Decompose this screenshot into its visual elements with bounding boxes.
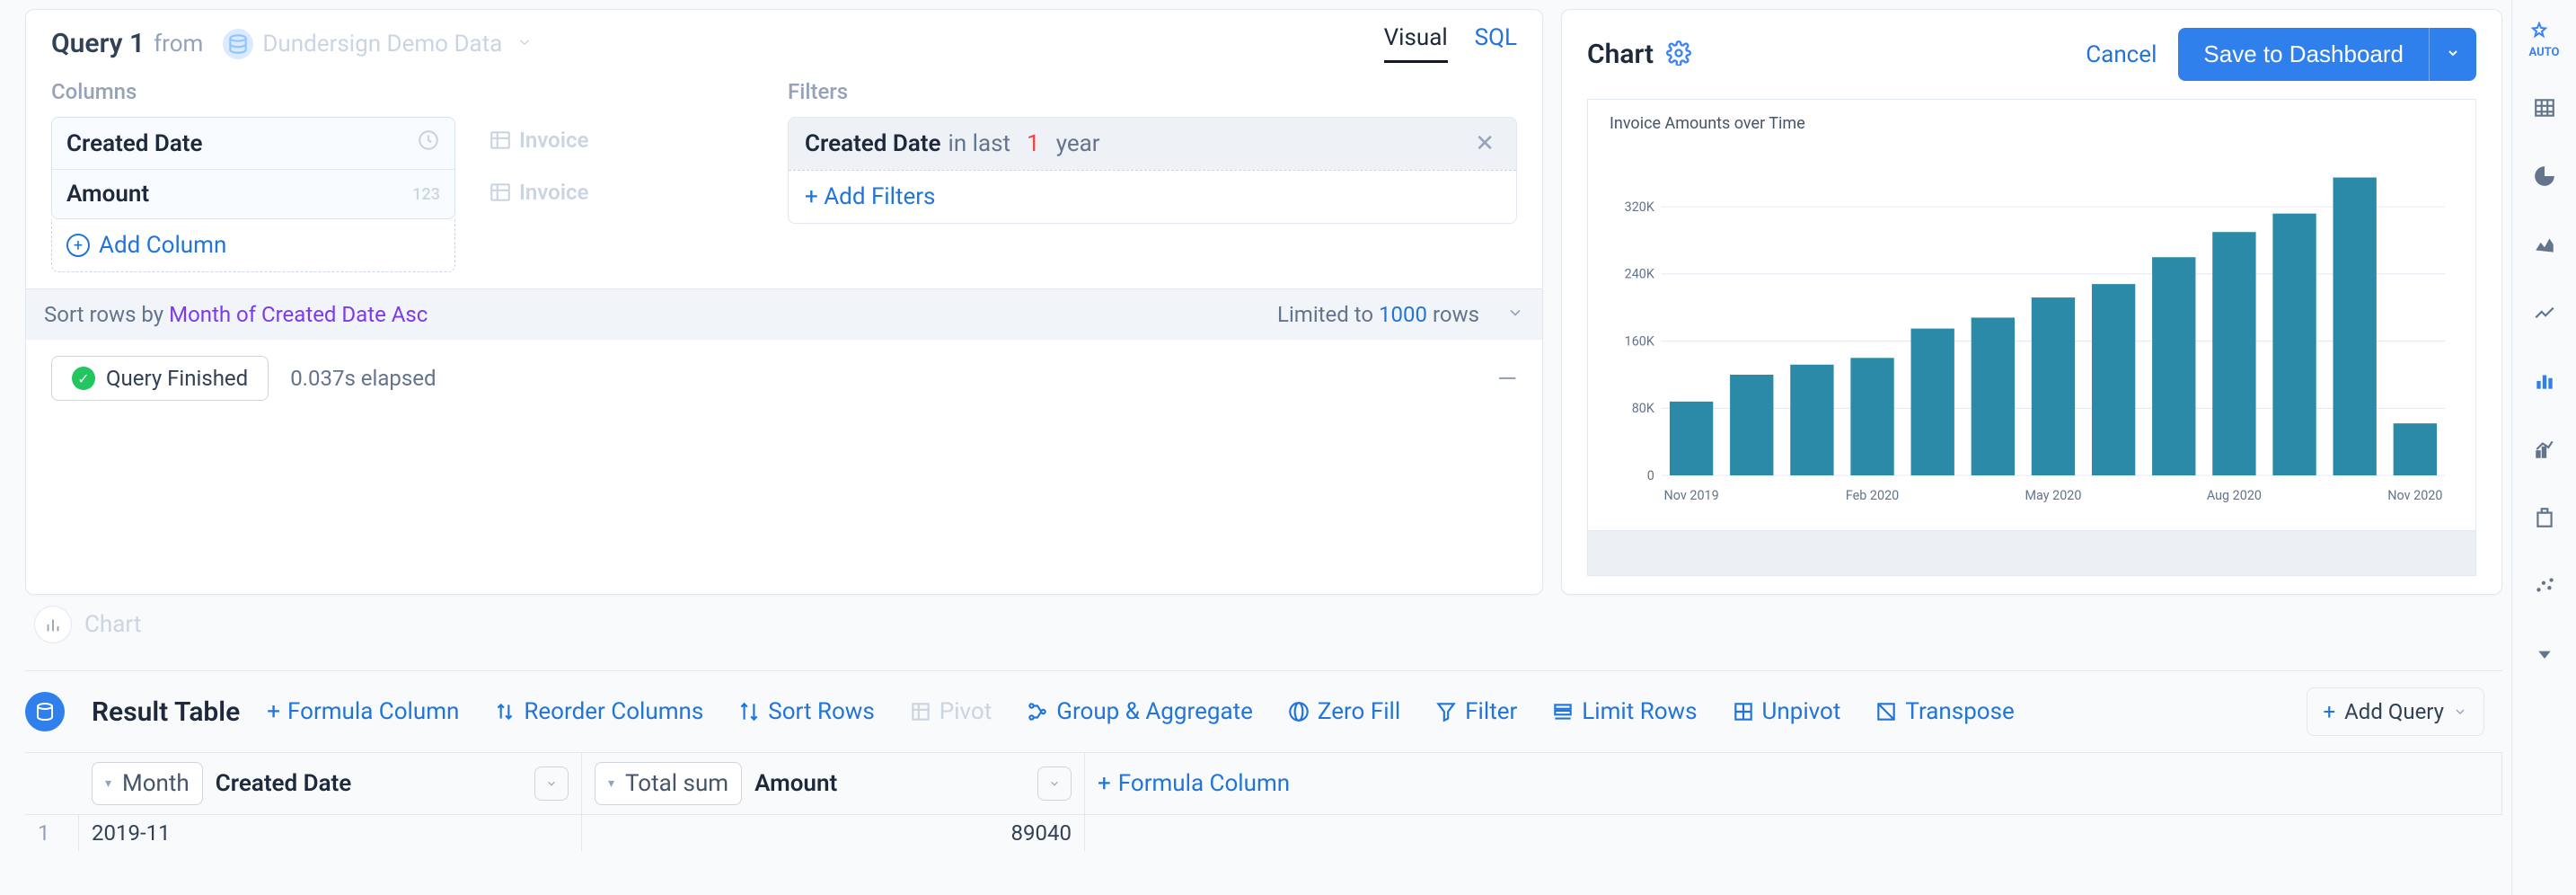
add-column-button[interactable]: + Add Column bbox=[51, 219, 455, 272]
svg-text:Nov 2019: Nov 2019 bbox=[1664, 488, 1719, 503]
column-item[interactable]: Created Date Invoice bbox=[52, 118, 454, 170]
datasource-name: Dundersign Demo Data bbox=[262, 31, 502, 58]
elapsed-text: 0.037s elapsed bbox=[290, 366, 436, 391]
gauge-icon[interactable] bbox=[2523, 496, 2566, 539]
sort-value[interactable]: Month of Created Date Asc bbox=[169, 302, 428, 327]
column-menu-button[interactable] bbox=[1037, 767, 1072, 801]
add-formula-column-button[interactable]: +Formula Column bbox=[1085, 753, 2502, 814]
svg-text:Aug 2020: Aug 2020 bbox=[2207, 488, 2262, 503]
combo-chart-icon[interactable] bbox=[2523, 428, 2566, 471]
zero-fill-button[interactable]: Zero Fill bbox=[1287, 698, 1400, 725]
limit-control[interactable]: Limited to 1000 rows bbox=[1277, 302, 1524, 327]
chevron-down-icon: ▾ bbox=[105, 776, 111, 791]
filter-op: in last bbox=[948, 130, 1011, 157]
table-row[interactable]: 1 2019-11 89040 bbox=[25, 815, 2502, 851]
filters-heading: Filters bbox=[788, 79, 1517, 104]
plus-circle-icon: + bbox=[66, 234, 90, 257]
cell: 89040 bbox=[582, 815, 1085, 851]
svg-text:320K: 320K bbox=[1625, 199, 1655, 215]
svg-text:May 2020: May 2020 bbox=[2025, 488, 2082, 503]
cell: 2019-11 bbox=[79, 815, 582, 851]
tab-visual[interactable]: Visual bbox=[1384, 24, 1448, 63]
result-icon bbox=[25, 692, 65, 731]
table-column-header: ▾ Total sum Amount bbox=[582, 753, 1085, 814]
add-filters-button[interactable]: + Add Filters bbox=[789, 170, 1516, 223]
chart-chip[interactable]: Chart bbox=[34, 606, 2502, 643]
column-name: Amount bbox=[66, 181, 149, 208]
table-icon[interactable] bbox=[2523, 86, 2566, 129]
add-query-button[interactable]: + Add Query bbox=[2307, 687, 2484, 736]
scatter-chart-icon[interactable] bbox=[2523, 564, 2566, 607]
sort-row[interactable]: Sort rows by Month of Created Date Asc L… bbox=[26, 288, 1542, 340]
unpivot-button[interactable]: Unpivot bbox=[1732, 698, 1841, 725]
result-title: Result Table bbox=[92, 696, 240, 728]
svg-text:Feb 2020: Feb 2020 bbox=[1846, 488, 1899, 503]
aggregation-select[interactable]: ▾ Month bbox=[92, 762, 203, 805]
transpose-button[interactable]: Transpose bbox=[1875, 698, 2014, 725]
tab-sql[interactable]: SQL bbox=[1475, 24, 1517, 63]
chevron-down-icon bbox=[516, 34, 533, 54]
save-dropdown-button[interactable] bbox=[2429, 28, 2476, 81]
chevron-down-icon bbox=[1506, 302, 1524, 327]
from-label: from bbox=[154, 31, 203, 58]
query-title[interactable]: Query 1 bbox=[51, 28, 145, 59]
row-index: 1 bbox=[25, 815, 79, 851]
bar-chart[interactable]: 0 80K 160K 240K 320K Nov 2019 Feb 2020 May 2020… bbox=[1610, 140, 2454, 518]
aggregation-select[interactable]: ▾ Total sum bbox=[595, 762, 742, 805]
line-chart-icon[interactable] bbox=[2523, 291, 2566, 334]
limit-rows-button[interactable]: Limit Rows bbox=[1551, 698, 1697, 725]
save-to-dashboard-button[interactable]: Save to Dashboard bbox=[2178, 28, 2429, 81]
result-toolbar: Result Table +Formula Column Reorder Col… bbox=[25, 670, 2502, 745]
sort-rows-button[interactable]: Sort Rows bbox=[737, 698, 874, 725]
query-panel: Query 1 from Dundersign Demo Data Visual bbox=[25, 9, 1543, 595]
column-name: Created Date bbox=[216, 770, 522, 797]
remove-filter-icon[interactable]: ✕ bbox=[1469, 130, 1500, 157]
filter-field: Created Date bbox=[805, 130, 941, 157]
filter-row[interactable]: Created Date in last 1 year ✕ bbox=[789, 118, 1516, 170]
column-name: Amount bbox=[754, 770, 1025, 797]
check-circle-icon: ✓ bbox=[72, 367, 95, 390]
pie-chart-icon[interactable] bbox=[2523, 155, 2566, 198]
area-chart-icon[interactable] bbox=[2523, 223, 2566, 266]
chart-area[interactable]: Invoice Amounts over Time 0 80K 160K 240K 32… bbox=[1587, 99, 2476, 576]
reorder-columns-button[interactable]: Reorder Columns bbox=[493, 698, 703, 725]
bar-chart-icon[interactable] bbox=[2523, 359, 2566, 403]
pivot-button: Pivot bbox=[909, 698, 992, 725]
rail-auto-button[interactable]: AUTO bbox=[2523, 18, 2566, 61]
right-rail: AUTO bbox=[2511, 0, 2576, 895]
plus-icon: + bbox=[2324, 699, 2336, 724]
clock-icon bbox=[417, 128, 440, 158]
table-header: ▾ Month Created Date ▾ Total sum Amount bbox=[25, 752, 2502, 815]
cancel-button[interactable]: Cancel bbox=[2086, 41, 2157, 68]
svg-text:80K: 80K bbox=[1632, 401, 1655, 416]
chevron-down-icon: ▾ bbox=[608, 776, 614, 791]
chart-title: Invoice Amounts over Time bbox=[1610, 114, 2454, 133]
datasource-select[interactable]: Dundersign Demo Data bbox=[216, 25, 540, 63]
column-menu-button[interactable] bbox=[534, 767, 569, 801]
table-column-header: ▾ Month Created Date bbox=[79, 753, 582, 814]
collapse-button[interactable]: — bbox=[1497, 364, 1517, 394]
columns-heading: Columns bbox=[51, 79, 734, 104]
group-aggregate-button[interactable]: Group & Aggregate bbox=[1026, 698, 1253, 725]
column-name: Created Date bbox=[66, 130, 203, 157]
query-finished-badge: ✓ Query Finished bbox=[51, 356, 269, 401]
filter-button[interactable]: Filter bbox=[1434, 698, 1517, 725]
gear-icon[interactable] bbox=[1666, 40, 1691, 69]
number-type-icon: 123 bbox=[412, 185, 440, 204]
formula-column-button[interactable]: +Formula Column bbox=[267, 698, 459, 725]
filter-unit: year bbox=[1056, 130, 1100, 157]
svg-text:240K: 240K bbox=[1625, 267, 1655, 282]
column-item[interactable]: Amount 123 Invoice bbox=[52, 170, 454, 218]
chart-brush[interactable] bbox=[1588, 530, 2475, 575]
svg-text:160K: 160K bbox=[1625, 333, 1655, 349]
datasource-icon bbox=[223, 29, 253, 59]
chart-panel: Chart Cancel Save to Dashboard bbox=[1561, 9, 2502, 595]
more-charts-icon[interactable] bbox=[2523, 633, 2566, 676]
chart-heading: Chart bbox=[1587, 39, 1654, 70]
filter-value: 1 bbox=[1027, 130, 1040, 157]
svg-text:0: 0 bbox=[1647, 468, 1654, 483]
svg-text:Nov 2020: Nov 2020 bbox=[2387, 488, 2442, 503]
bar-chart-icon bbox=[34, 606, 72, 643]
